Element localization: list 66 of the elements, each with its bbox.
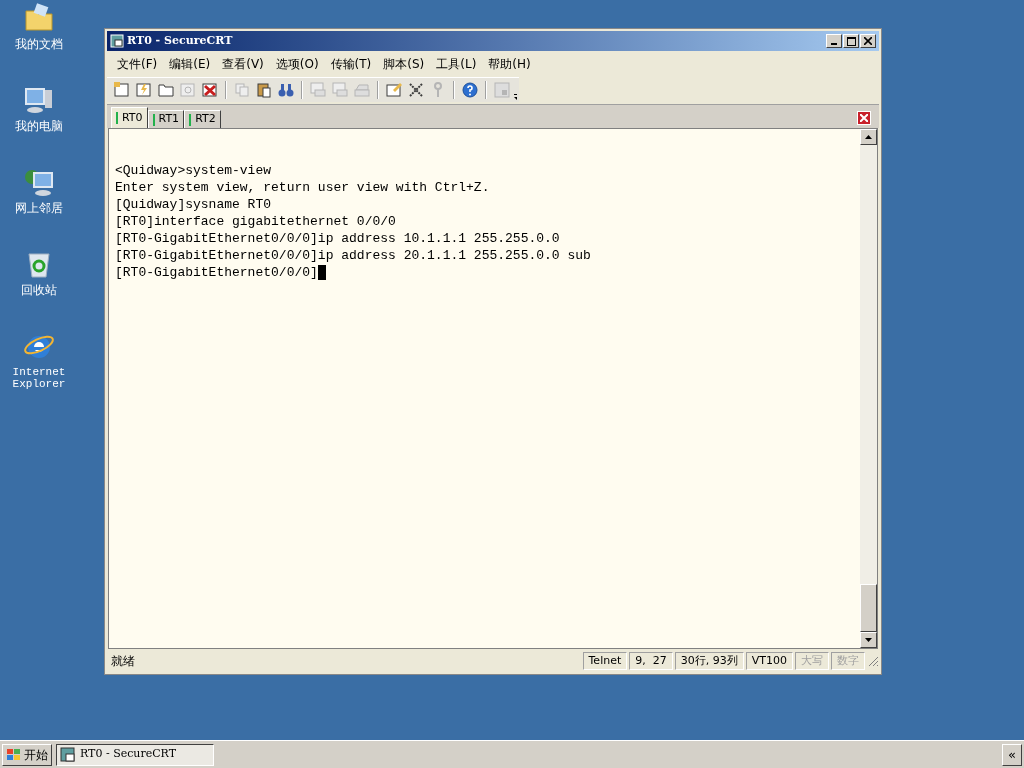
status-field: 数字 xyxy=(831,652,865,670)
session-tab[interactable]: RT0 xyxy=(111,107,148,128)
toolbar-separator xyxy=(301,81,303,99)
window-title: RT0 - SecureCRT xyxy=(127,32,233,49)
scroll-down-button[interactable] xyxy=(860,632,877,648)
desktop-icon-label[interactable]: Internet Explorer xyxy=(7,366,71,390)
taskbar-toggle-button[interactable]: « xyxy=(1002,743,1022,766)
desktop-icon-label[interactable]: 我的电脑 xyxy=(15,120,63,132)
binoculars-icon[interactable] xyxy=(277,81,295,99)
close-icon xyxy=(860,114,868,122)
terminal-line: [RT0-GigabitEthernet0/0/0]ip address 20.1.1.1 255.255.0.0 sub xyxy=(115,247,591,264)
terminal-line: [Quidway]sysname RT0 xyxy=(115,196,272,213)
paste-icon[interactable] xyxy=(255,81,273,99)
terminal-line: <Quidway>system-view xyxy=(115,162,272,179)
menu-item[interactable]: 传输(T) xyxy=(324,55,378,73)
scroll-up-button[interactable] xyxy=(860,129,877,145)
desktop-icon-label[interactable]: 网上邻居 xyxy=(15,202,63,214)
menu-item[interactable]: 查看(V) xyxy=(216,55,270,73)
menu-item[interactable]: 帮助(H) xyxy=(482,55,537,73)
session-tab[interactable]: RT1 xyxy=(147,110,185,128)
down-arrow-icon xyxy=(865,638,872,642)
folder-icon xyxy=(23,2,55,34)
desktop-icon-label[interactable]: 回收站 xyxy=(21,284,57,296)
scroll-thumb[interactable] xyxy=(860,584,877,632)
new-session-icon[interactable] xyxy=(113,81,131,99)
resize-grip-icon[interactable] xyxy=(867,655,879,667)
folder-tab-icon[interactable] xyxy=(157,81,175,99)
windows-logo-icon xyxy=(6,747,22,762)
lightning-window-icon[interactable] xyxy=(135,81,153,99)
status-field: 大写 xyxy=(795,652,829,670)
up-arrow-icon xyxy=(865,135,872,139)
menu-item[interactable]: 脚本(S) xyxy=(377,55,431,73)
status-field: VT100 xyxy=(745,652,793,670)
menu-item[interactable]: 编辑(E) xyxy=(163,55,217,73)
toolbar-overflow-icon[interactable] xyxy=(513,91,517,101)
window-app-icon xyxy=(110,34,124,48)
status-field: 30行, 93列 xyxy=(674,652,744,670)
terminal-line: [RT0-GigabitEthernet0/0/0]ip address 10.1.1.1 255.255.0.0 xyxy=(115,230,560,247)
toolbar-separator xyxy=(225,81,227,99)
terminal-line: [RT0-GigabitEthernet0/0/0] xyxy=(115,264,318,281)
status-field: 9, 27 xyxy=(629,652,673,670)
status-field: Telnet xyxy=(582,652,628,670)
toolbar-separator xyxy=(485,81,487,99)
minimize-button[interactable] xyxy=(826,34,842,48)
menu-item[interactable]: 工具(L) xyxy=(430,55,483,73)
maximize-icon xyxy=(846,36,856,46)
maximize-button[interactable] xyxy=(843,34,859,48)
start-button[interactable]: 开始 xyxy=(2,743,52,766)
help-icon[interactable] xyxy=(461,81,479,99)
menu-item[interactable]: 选项(O) xyxy=(269,55,325,73)
vertical-scrollbar[interactable] xyxy=(860,129,877,648)
close-tab-button[interactable] xyxy=(857,111,871,125)
taskbar-window-button[interactable]: RT0 - SecureCRT xyxy=(56,743,214,766)
close-icon xyxy=(864,37,872,45)
text-cursor xyxy=(317,265,326,280)
cross-window-icon[interactable] xyxy=(201,81,219,99)
close-button[interactable] xyxy=(860,34,876,48)
session-tab[interactable]: RT2 xyxy=(184,110,221,128)
status-message: 就绪 xyxy=(111,653,135,670)
toolbar-separator xyxy=(377,81,379,99)
terminal-line: [RT0]interface gigabitethernet 0/0/0 xyxy=(115,213,396,230)
toolbar-separator xyxy=(453,81,455,99)
terminal-line: Enter system view, return user view with Ctrl+Z. xyxy=(115,179,490,196)
window-app-icon xyxy=(60,746,76,763)
desktop-icon-label[interactable]: 我的文档 xyxy=(15,38,63,50)
menu-item[interactable]: 文件(F) xyxy=(111,55,164,73)
